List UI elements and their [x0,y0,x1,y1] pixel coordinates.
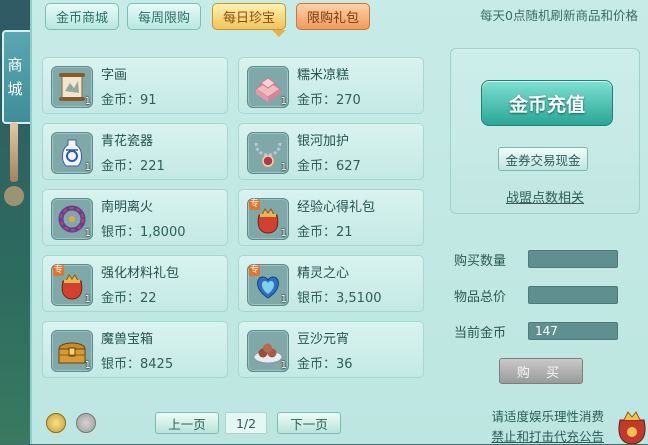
item-price: 金币：21 [297,225,353,240]
item-price: 银币：3,5100 [297,291,382,306]
item-qty: 1 [280,96,287,107]
item-slot: 1 [247,330,289,372]
item-name: 糯米凉糕 [297,68,350,83]
item-qty: 1 [280,228,287,239]
page-indicator-text: 1/2 [235,415,257,431]
next-page-label: 下一页 [290,416,328,432]
current-gold-label: 当前金币 [454,326,507,341]
item-slot: 1 [247,66,289,108]
tassel-decoration [10,122,18,182]
item-card[interactable]: 1 糯米凉糕 金币：270 [238,57,424,114]
item-price: 银币：8425 [101,357,174,372]
item-card[interactable]: 专 1 强化材料礼包 金币：22 [42,255,228,312]
item-slot: 专 1 [51,264,93,306]
item-slot: 1 [51,66,93,108]
lucky-bag-icon [618,411,646,444]
ornament-decoration [4,186,24,206]
item-name: 豆沙元宵 [297,332,350,347]
prev-page-label: 上一页 [168,416,206,432]
item-price: 金币：221 [101,159,165,174]
moderate-play-notice: 请适度娱乐理性消费 [491,409,604,424]
item-grid: 1 字画 金币：91 1 糯米凉糕 金币：270 1 青花瓷器 金币：221 1… [42,57,432,379]
item-name: 魔兽宝箱 [101,332,154,347]
gray-coin-icon[interactable] [76,413,96,433]
item-slot: 专 1 [247,264,289,306]
sidebar-tab-char-1: 商 [7,56,29,74]
item-card[interactable]: 专 1 精灵之心 银币：3,5100 [238,255,424,312]
refresh-notice: 每天0点随机刷新商品和价格 [480,8,638,23]
item-card[interactable]: 1 豆沙元宵 金币：36 [238,321,424,378]
item-name: 银河加护 [297,134,350,149]
tab-label: 每周限购 [138,11,191,26]
item-card[interactable]: 1 魔兽宝箱 银币：8425 [42,321,228,378]
gold-recharge-button[interactable]: 金币充值 [481,80,613,126]
total-price-field [528,286,618,304]
exclusive-tag: 专 [249,199,261,210]
voucher-exchange-button[interactable]: 金券交易现金 [498,147,588,171]
buy-button[interactable]: 购 买 [499,358,583,384]
item-qty: 1 [280,162,287,173]
anti-proxy-notice-link[interactable]: 禁止和打击代充公告 [491,426,604,445]
item-card[interactable]: 专 1 经验心得礼包 金币：21 [238,189,424,246]
quantity-field[interactable] [528,250,618,268]
item-qty: 1 [84,162,91,173]
item-card[interactable]: 1 银河加护 金币：627 [238,123,424,180]
item-price: 金币：36 [297,357,353,372]
item-name: 南明离火 [101,200,154,215]
item-slot: 1 [247,132,289,174]
item-card[interactable]: 1 南明离火 银币：1,8000 [42,189,228,246]
exclusive-tag: 专 [249,265,261,276]
next-page-button[interactable]: 下一页 [277,412,341,434]
item-slot: 1 [51,330,93,372]
tab-label: 金币商城 [56,11,109,26]
tab-limited-gift[interactable]: 限购礼包 [296,3,371,30]
item-price: 金币：91 [101,93,157,108]
active-tab-pointer [272,30,286,37]
item-price: 金币：22 [101,291,157,306]
item-name: 经验心得礼包 [297,200,376,215]
item-qty: 1 [280,360,287,371]
item-card[interactable]: 1 青花瓷器 金币：221 [42,123,228,180]
tab-weekly-limited[interactable]: 每周限购 [127,3,202,30]
prev-page-button[interactable]: 上一页 [155,412,219,434]
sidebar-tab-char-2: 城 [7,80,29,98]
item-price: 金币：627 [297,159,361,174]
item-name: 精灵之心 [297,266,350,281]
tab-daily-treasure[interactable]: 每日珍宝 [212,3,287,30]
item-name: 强化材料礼包 [101,266,180,281]
recharge-box: 金币充值 金券交易现金 战盟点数相关 [450,48,640,214]
shop-panel: 金币商城 每周限购 每日珍宝 限购礼包 每天0点随机刷新商品和价格 1 字画 金… [30,0,648,444]
item-price: 银币：1,8000 [101,225,186,240]
item-name: 青花瓷器 [101,134,154,149]
tab-label: 限购礼包 [307,11,360,26]
item-slot: 1 [51,132,93,174]
tab-label: 每日珍宝 [223,11,276,26]
total-price-label: 物品总价 [454,290,507,305]
item-qty: 1 [84,360,91,371]
exclusive-tag: 专 [53,265,65,276]
item-qty: 1 [84,294,91,305]
item-slot: 1 [51,198,93,240]
item-name: 字画 [101,68,128,83]
item-qty: 1 [84,96,91,107]
item-qty: 1 [84,228,91,239]
alliance-points-link[interactable]: 战盟点数相关 [451,187,639,206]
item-card[interactable]: 1 字画 金币：91 [42,57,228,114]
item-price: 金币：270 [297,93,361,108]
current-gold-value: 147 [528,322,618,340]
item-slot: 专 1 [247,198,289,240]
page-indicator: 1/2 [225,412,267,434]
search-coin-icon[interactable] [46,413,66,433]
item-qty: 1 [280,294,287,305]
tab-gold-mall[interactable]: 金币商城 [45,3,120,30]
quantity-label: 购买数量 [454,254,507,269]
